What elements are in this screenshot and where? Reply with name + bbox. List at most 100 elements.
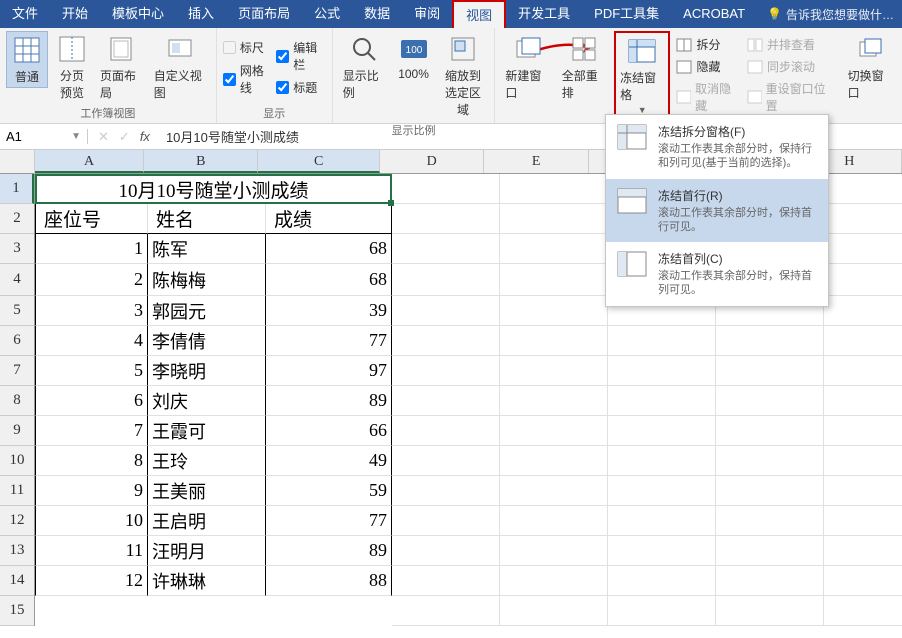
cell[interactable]: 88 [266, 566, 392, 596]
cell[interactable] [608, 416, 716, 446]
row-header-4[interactable]: 4 [0, 264, 34, 296]
cell[interactable] [500, 174, 608, 204]
tell-me-search[interactable]: 💡 告诉我您想要做什… [759, 6, 902, 23]
row-header-1[interactable]: 1 [0, 174, 34, 204]
arrange-all-button[interactable]: 全部重排 [558, 31, 610, 103]
cell[interactable] [500, 416, 608, 446]
cell[interactable]: 5 [35, 356, 148, 386]
cell[interactable] [392, 234, 500, 264]
cell[interactable]: 10月10号随堂小测成绩 [35, 174, 392, 204]
chk-formula-bar[interactable]: 编辑栏 [276, 39, 325, 73]
cell[interactable] [824, 416, 902, 446]
col-header-A[interactable]: A [35, 150, 144, 173]
cell[interactable] [392, 174, 500, 204]
chk-gridlines[interactable]: 网格线 [223, 62, 272, 96]
view-custom-button[interactable]: 自定义视图 [150, 31, 210, 103]
cell[interactable]: 2 [35, 264, 148, 296]
row-header-7[interactable]: 7 [0, 356, 34, 386]
row-header-15[interactable]: 15 [0, 596, 34, 626]
cell[interactable]: 3 [35, 296, 148, 326]
cell[interactable] [716, 326, 824, 356]
cell[interactable]: 68 [266, 264, 392, 296]
cell[interactable] [824, 476, 902, 506]
cell[interactable] [824, 566, 902, 596]
cell[interactable] [716, 566, 824, 596]
freeze-top-row-option[interactable]: 冻结首行(R)滚动工作表其余部分时，保持首行可见。 [606, 179, 828, 243]
row-header-9[interactable]: 9 [0, 416, 34, 446]
cell[interactable]: 4 [35, 326, 148, 356]
cell[interactable] [500, 264, 608, 296]
cell[interactable]: 李倩倩 [148, 326, 266, 356]
cell[interactable]: 49 [266, 446, 392, 476]
cell[interactable] [392, 596, 500, 626]
cell[interactable] [608, 596, 716, 626]
cell[interactable] [608, 326, 716, 356]
cell[interactable] [392, 416, 500, 446]
view-normal-button[interactable]: 普通 [6, 31, 48, 88]
cell[interactable] [608, 566, 716, 596]
cell[interactable] [824, 506, 902, 536]
tab-acrobat[interactable]: ACROBAT [671, 0, 757, 28]
freeze-panes-button[interactable]: 冻结窗格 ▼ [614, 31, 670, 119]
new-window-button[interactable]: 新建窗口 [501, 31, 553, 103]
cell[interactable] [392, 476, 500, 506]
cell[interactable]: 77 [266, 326, 392, 356]
cell[interactable] [824, 326, 902, 356]
col-header-B[interactable]: B [144, 150, 258, 173]
cell[interactable]: 王启明 [148, 506, 266, 536]
cell[interactable]: 66 [266, 416, 392, 446]
cell[interactable] [824, 596, 902, 626]
cell[interactable] [716, 506, 824, 536]
split-button[interactable]: 拆分 [674, 35, 741, 54]
tab-file[interactable]: 文件 [0, 0, 50, 28]
cell[interactable]: 王霞可 [148, 416, 266, 446]
cell[interactable]: 9 [35, 476, 148, 506]
cell[interactable] [608, 506, 716, 536]
cell[interactable] [608, 386, 716, 416]
row-header-2[interactable]: 2 [0, 204, 34, 234]
cell[interactable]: 许琳琳 [148, 566, 266, 596]
zoom-selection-button[interactable]: 缩放到 选定区域 [438, 31, 489, 120]
cell[interactable]: 8 [35, 446, 148, 476]
cell[interactable]: 1 [35, 234, 148, 264]
zoom-button[interactable]: 显示比例 [339, 31, 390, 103]
cell[interactable] [608, 536, 716, 566]
view-pagebreak-button[interactable]: 分页 预览 [52, 31, 92, 103]
cell[interactable] [824, 536, 902, 566]
cell[interactable] [392, 356, 500, 386]
cell[interactable] [716, 446, 824, 476]
cell[interactable]: 77 [266, 506, 392, 536]
cell[interactable] [500, 596, 608, 626]
cell[interactable]: 汪明月 [148, 536, 266, 566]
col-header-D[interactable]: D [380, 150, 484, 173]
cell[interactable] [392, 446, 500, 476]
cell[interactable]: 6 [35, 386, 148, 416]
cancel-icon[interactable]: ✕ [98, 129, 109, 145]
cell[interactable]: 89 [266, 536, 392, 566]
cell[interactable] [500, 356, 608, 386]
row-header-12[interactable]: 12 [0, 506, 34, 536]
cell[interactable] [608, 356, 716, 386]
cell[interactable] [608, 476, 716, 506]
cell[interactable] [500, 446, 608, 476]
cell[interactable]: 王美丽 [148, 476, 266, 506]
cell[interactable] [716, 356, 824, 386]
cell[interactable] [824, 174, 902, 204]
cell[interactable] [824, 386, 902, 416]
tab-review[interactable]: 审阅 [402, 0, 452, 28]
cell[interactable] [392, 326, 500, 356]
cell[interactable]: 11 [35, 536, 148, 566]
cell[interactable] [500, 536, 608, 566]
col-header-C[interactable]: C [258, 150, 380, 173]
cell[interactable] [824, 204, 902, 234]
cell[interactable] [500, 326, 608, 356]
row-header-6[interactable]: 6 [0, 326, 34, 356]
cell[interactable]: 10 [35, 506, 148, 536]
cell[interactable]: 97 [266, 356, 392, 386]
chk-headings[interactable]: 标题 [276, 79, 325, 96]
cell[interactable] [500, 234, 608, 264]
row-header-13[interactable]: 13 [0, 536, 34, 566]
view-pagelayout-button[interactable]: 页面布局 [96, 31, 146, 103]
tab-view[interactable]: 视图 [452, 0, 506, 28]
cell[interactable]: 刘庆 [148, 386, 266, 416]
